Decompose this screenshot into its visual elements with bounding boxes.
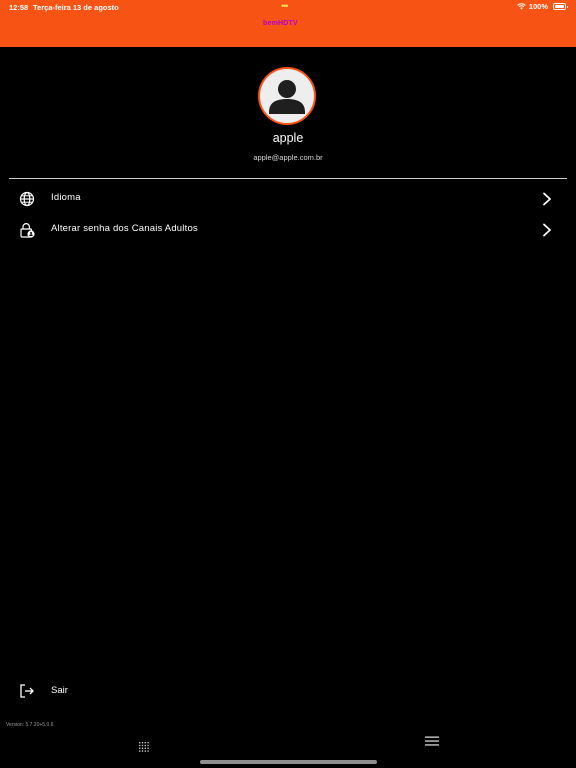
hamburger-menu-icon[interactable] bbox=[424, 735, 440, 747]
divider bbox=[9, 178, 567, 179]
battery-icon bbox=[553, 3, 568, 10]
menu-item-language[interactable]: Idioma bbox=[9, 184, 567, 214]
multitask-dots[interactable]: ••• bbox=[281, 1, 289, 11]
person-icon bbox=[269, 80, 305, 114]
wifi-icon bbox=[517, 3, 526, 10]
battery-percent: 100% bbox=[528, 2, 548, 11]
chevron-right-icon bbox=[543, 223, 551, 237]
profile-name: apple bbox=[272, 131, 304, 145]
logout-icon bbox=[20, 684, 34, 698]
profile-email: apple@apple.com.br bbox=[253, 153, 323, 162]
logout-button[interactable]: Sair bbox=[9, 675, 209, 705]
logout-label: Sair bbox=[51, 685, 68, 696]
app-logo: bemHDTV bbox=[263, 20, 298, 27]
menu-item-adult-password[interactable]: Alterar senha dos Canais Adultos bbox=[9, 215, 567, 245]
menu-item-label: Idioma bbox=[51, 192, 81, 203]
globe-icon bbox=[19, 191, 35, 207]
lock-person-icon bbox=[20, 223, 35, 238]
app-version: Version: 5.7.20+5.0.6 bbox=[6, 722, 54, 728]
top-bar: 12:58 Terça-feira 13 de agosto ••• 100% … bbox=[0, 0, 576, 47]
chevron-right-icon bbox=[543, 192, 551, 206]
status-date: Terça-feira 13 de agosto bbox=[33, 3, 119, 12]
status-time: 12:58 bbox=[9, 3, 29, 12]
grid-dots-icon[interactable] bbox=[138, 741, 150, 753]
status-right: 100% bbox=[517, 2, 568, 11]
home-indicator[interactable] bbox=[200, 760, 377, 764]
menu-item-label: Alterar senha dos Canais Adultos bbox=[51, 223, 198, 234]
avatar[interactable] bbox=[258, 67, 316, 125]
